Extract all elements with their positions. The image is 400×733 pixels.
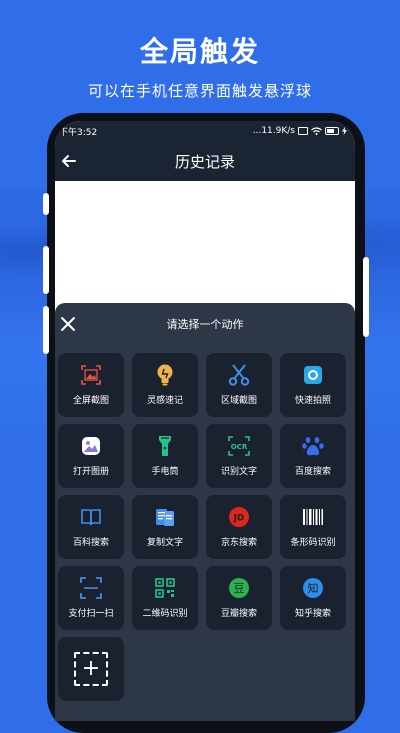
baidu-paw-icon	[302, 435, 324, 457]
action-label: 区域截图	[220, 396, 257, 406]
action-label: 复制文字	[146, 538, 183, 548]
book-icon	[80, 506, 102, 528]
action-label: 手电筒	[151, 467, 179, 477]
app-bar: 历史记录	[55, 141, 355, 181]
battery-icon	[325, 127, 339, 135]
zhihu-glyph: 知	[308, 581, 319, 595]
phone-side-button	[43, 246, 49, 294]
action-label: 知乎搜索	[294, 609, 331, 619]
action-tile-baike-search[interactable]: 百科搜索	[58, 495, 124, 559]
action-tile-pay-scan[interactable]: 支付扫一扫	[58, 566, 124, 630]
action-tile-quick-photo[interactable]: 快速拍照	[280, 353, 346, 417]
action-tile-baidu-search[interactable]: 百度搜索	[280, 424, 346, 488]
wifi-icon	[311, 127, 322, 135]
action-label: 条形码识别	[290, 538, 336, 548]
action-label: 支付扫一扫	[68, 609, 114, 619]
sim-icon	[298, 127, 308, 135]
douban-glyph: 豆	[234, 582, 245, 595]
status-bar: 下午3:52 ...11.9K/s	[55, 121, 355, 141]
back-arrow-icon[interactable]	[59, 151, 79, 171]
action-label: 百度搜索	[294, 467, 331, 477]
network-speed: ...11.9K/s	[252, 126, 295, 136]
charging-icon	[342, 127, 347, 135]
flashlight-icon	[154, 435, 176, 457]
gallery-icon	[80, 435, 102, 457]
action-label: 豆瓣搜索	[220, 609, 257, 619]
add-icon: +	[74, 652, 108, 686]
action-tile-zhihu-search[interactable]: 知 知乎搜索	[280, 566, 346, 630]
add-action-tile[interactable]: +	[58, 637, 124, 701]
action-tile-ocr[interactable]: OCR 识别文字	[206, 424, 272, 488]
promo-subline: 可以在手机任意界面触发悬浮球	[87, 82, 312, 100]
scissors-icon	[228, 364, 250, 386]
copy-text-icon	[154, 506, 176, 528]
lightbulb-icon	[154, 364, 176, 386]
jd-icon: JD	[228, 506, 250, 528]
action-label: 识别文字	[220, 467, 257, 477]
zhihu-icon: 知	[302, 577, 324, 599]
fullscreen-screenshot-icon	[80, 364, 102, 386]
page-title: 历史记录	[174, 152, 235, 171]
action-sheet: 请选择一个动作 全屏截图 灵感速记 区域截图 快速拍照 打开图册 手电筒 OCR…	[55, 303, 355, 721]
action-tile-jd-search[interactable]: JD 京东搜索	[206, 495, 272, 559]
action-tile-douban-search[interactable]: 豆 豆瓣搜索	[206, 566, 272, 630]
action-tile-qrcode[interactable]: 二维码识别	[132, 566, 198, 630]
phone-screen: 下午3:52 ...11.9K/s 历史记录 请选择一个动作 全屏截图 灵感速记…	[55, 121, 355, 721]
qrcode-icon	[154, 577, 176, 599]
action-label: 全屏截图	[72, 396, 109, 406]
camera-icon	[302, 364, 324, 386]
phone-side-button	[43, 306, 49, 354]
promo-headline: 全局触发	[139, 35, 260, 68]
action-label: 打开图册	[72, 467, 109, 477]
status-indicators: ...11.9K/s	[253, 126, 347, 136]
action-tile-inspiration-note[interactable]: 灵感速记	[132, 353, 198, 417]
sheet-title: 请选择一个动作	[166, 318, 244, 331]
ocr-glyph: OCR	[231, 443, 248, 451]
action-label: 灵感速记	[146, 396, 183, 406]
action-label: 京东搜索	[220, 538, 257, 548]
action-grid: 全屏截图 灵感速记 区域截图 快速拍照 打开图册 手电筒 OCR 识别文字 百度…	[58, 353, 348, 701]
douban-icon: 豆	[228, 577, 250, 599]
action-tile-copy-text[interactable]: 复制文字	[132, 495, 198, 559]
action-label: 百科搜索	[72, 538, 109, 548]
action-tile-fullscreen-screenshot[interactable]: 全屏截图	[58, 353, 124, 417]
phone-side-button	[363, 257, 369, 337]
action-label: 快速拍照	[294, 396, 331, 406]
status-time: 下午3:52	[59, 127, 98, 138]
action-tile-open-gallery[interactable]: 打开图册	[58, 424, 124, 488]
action-tile-area-screenshot[interactable]: 区域截图	[206, 353, 272, 417]
scan-frame-icon	[80, 577, 102, 599]
action-label: 二维码识别	[142, 609, 188, 619]
action-tile-barcode[interactable]: 条形码识别	[280, 495, 346, 559]
jd-glyph: JD	[233, 514, 245, 524]
ocr-icon: OCR	[228, 435, 250, 457]
phone-side-button	[43, 193, 49, 215]
action-tile-flashlight[interactable]: 手电筒	[132, 424, 198, 488]
barcode-icon	[302, 506, 324, 528]
